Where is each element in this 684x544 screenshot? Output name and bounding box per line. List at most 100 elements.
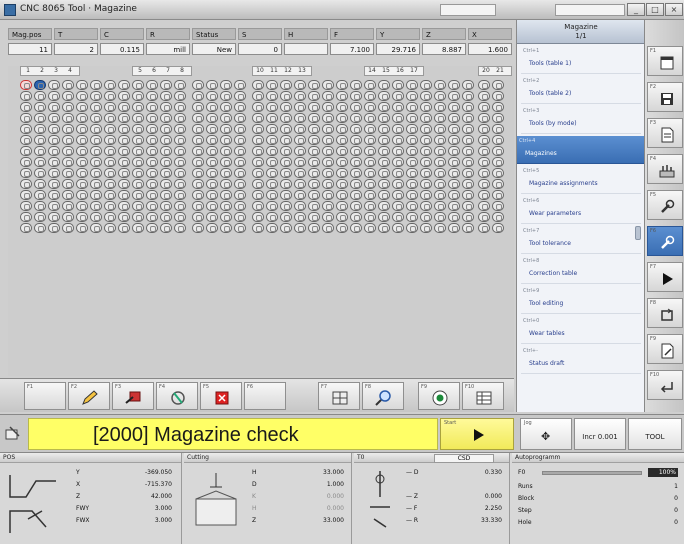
magazine-pocket[interactable]	[206, 168, 218, 178]
magazine-pocket[interactable]	[336, 190, 348, 200]
magazine-pocket[interactable]	[34, 80, 46, 90]
magazine-pocket[interactable]	[492, 80, 504, 90]
magazine-pocket[interactable]	[118, 179, 130, 189]
magazine-pocket[interactable]	[308, 80, 320, 90]
magazine-pocket[interactable]	[20, 146, 32, 156]
magazine-pocket[interactable]	[160, 179, 172, 189]
magazine-pocket[interactable]	[76, 168, 88, 178]
magazine-pocket[interactable]	[62, 124, 74, 134]
magazine-pocket[interactable]	[448, 124, 460, 134]
magazine-pocket[interactable]	[294, 201, 306, 211]
magazine-pocket[interactable]	[392, 113, 404, 123]
magazine-pocket[interactable]	[174, 102, 186, 112]
magazine-pocket[interactable]	[266, 157, 278, 167]
menu-item-tool-tolerance[interactable]: Ctrl+7 Tool tolerance	[521, 226, 641, 254]
magazine-pocket[interactable]	[118, 124, 130, 134]
magazine-pocket[interactable]	[280, 102, 292, 112]
magazine-pocket[interactable]	[104, 102, 116, 112]
magazine-pocket[interactable]	[252, 80, 264, 90]
magazine-pocket[interactable]	[220, 223, 232, 233]
magazine-pocket[interactable]	[322, 102, 334, 112]
magazine-pocket[interactable]	[280, 146, 292, 156]
magazine-pocket[interactable]	[448, 80, 460, 90]
magazine-pocket[interactable]	[462, 113, 474, 123]
magazine-pocket[interactable]	[20, 91, 32, 101]
magazine-pocket[interactable]	[206, 201, 218, 211]
magazine-pocket[interactable]	[448, 168, 460, 178]
magazine-pocket[interactable]	[252, 190, 264, 200]
magazine-pocket[interactable]	[492, 223, 504, 233]
magazine-pocket[interactable]	[336, 168, 348, 178]
menu-item-magazines[interactable]: Ctrl+4 Magazines	[517, 136, 645, 164]
magazine-pocket[interactable]	[406, 157, 418, 167]
magazine-pocket[interactable]	[322, 212, 334, 222]
magazine-pocket[interactable]	[48, 223, 60, 233]
magazine-pocket[interactable]	[118, 157, 130, 167]
magazine-pocket[interactable]	[434, 80, 446, 90]
magazine-pocket[interactable]	[462, 124, 474, 134]
magazine-pocket[interactable]	[34, 124, 46, 134]
magazine-pocket[interactable]	[234, 113, 246, 123]
magazine-pocket[interactable]	[76, 113, 88, 123]
magazine-pocket[interactable]	[378, 102, 390, 112]
magazine-pocket[interactable]	[62, 146, 74, 156]
magazine-pocket[interactable]	[378, 124, 390, 134]
magazine-pocket[interactable]	[478, 168, 490, 178]
magazine-pocket[interactable]	[252, 113, 264, 123]
magazine-pocket[interactable]	[336, 113, 348, 123]
menu-item-magazine-assignments[interactable]: Ctrl+5 Magazine assignments	[521, 166, 641, 194]
magazine-pocket[interactable]	[434, 102, 446, 112]
magazine-pocket[interactable]	[406, 102, 418, 112]
magazine-pocket[interactable]	[90, 179, 102, 189]
magazine-pocket[interactable]	[174, 80, 186, 90]
magazine-pocket[interactable]	[492, 113, 504, 123]
magazine-pocket[interactable]	[118, 91, 130, 101]
magazine-pocket[interactable]	[174, 201, 186, 211]
magazine-pocket[interactable]	[90, 91, 102, 101]
magazine-pocket[interactable]	[20, 157, 32, 167]
magazine-pocket[interactable]	[20, 201, 32, 211]
magazine-pocket[interactable]	[90, 135, 102, 145]
magazine-pocket[interactable]	[220, 102, 232, 112]
magazine-pocket[interactable]	[294, 135, 306, 145]
magazine-pocket[interactable]	[364, 80, 376, 90]
magazine-pocket[interactable]	[62, 157, 74, 167]
magazine-pocket[interactable]	[462, 102, 474, 112]
magazine-pocket[interactable]	[420, 157, 432, 167]
magazine-pocket[interactable]	[406, 179, 418, 189]
magazine-pocket[interactable]	[206, 157, 218, 167]
magazine-pocket[interactable]	[308, 179, 320, 189]
magazine-pocket[interactable]	[350, 179, 362, 189]
magazine-pocket[interactable]	[20, 113, 32, 123]
magazine-pocket[interactable]	[118, 168, 130, 178]
magazine-pocket[interactable]	[20, 212, 32, 222]
magazine-pocket[interactable]	[350, 124, 362, 134]
magazine-pocket[interactable]	[478, 80, 490, 90]
magazine-pocket[interactable]	[392, 179, 404, 189]
magazine-pocket[interactable]	[350, 157, 362, 167]
magazine-pocket[interactable]	[462, 135, 474, 145]
magazine-pocket[interactable]	[448, 113, 460, 123]
side-play-button[interactable]: F7	[647, 262, 683, 292]
magazine-pocket[interactable]	[364, 201, 376, 211]
magazine-pocket[interactable]	[364, 212, 376, 222]
magazine-pocket[interactable]	[90, 212, 102, 222]
magazine-pocket[interactable]	[220, 157, 232, 167]
magazine-pocket[interactable]	[406, 201, 418, 211]
magazine-pocket[interactable]	[322, 124, 334, 134]
magazine-pocket[interactable]	[252, 179, 264, 189]
magazine-pocket[interactable]	[206, 80, 218, 90]
magazine-pocket[interactable]	[90, 80, 102, 90]
magazine-pocket[interactable]	[118, 102, 130, 112]
magazine-pocket[interactable]	[294, 212, 306, 222]
magazine-pocket[interactable]	[378, 190, 390, 200]
magazine-pocket[interactable]	[76, 80, 88, 90]
magazine-pocket[interactable]	[146, 124, 158, 134]
magazine-pocket[interactable]	[462, 190, 474, 200]
magazine-pocket[interactable]	[392, 168, 404, 178]
magazine-pocket[interactable]	[280, 212, 292, 222]
magazine-pocket[interactable]	[252, 223, 264, 233]
magazine-pocket[interactable]	[406, 146, 418, 156]
magazine-pocket[interactable]	[322, 146, 334, 156]
magazine-pocket[interactable]	[160, 124, 172, 134]
